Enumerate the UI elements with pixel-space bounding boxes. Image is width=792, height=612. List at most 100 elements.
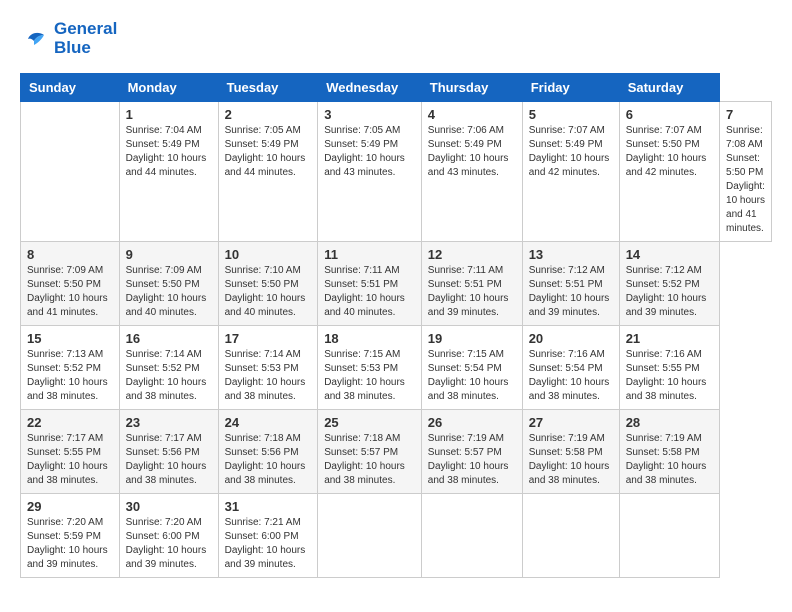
day-info: Sunrise: 7:05 AMSunset: 5:49 PMDaylight:…	[225, 124, 312, 180]
day-info: Sunrise: 7:17 AMSunset: 5:56 PMDaylight:…	[126, 432, 212, 488]
weekday-header-friday: Friday	[522, 74, 619, 102]
weekday-header-wednesday: Wednesday	[318, 74, 422, 102]
day-number: 30	[126, 499, 212, 514]
day-info: Sunrise: 7:19 AMSunset: 5:57 PMDaylight:…	[428, 432, 516, 488]
day-info: Sunrise: 7:15 AMSunset: 5:53 PMDaylight:…	[324, 348, 415, 404]
day-number: 2	[225, 107, 312, 122]
day-cell-7: 7 Sunrise: 7:08 AMSunset: 5:50 PMDaylight…	[720, 102, 772, 242]
day-cell-4: 4 Sunrise: 7:06 AMSunset: 5:49 PMDaylight…	[421, 102, 522, 242]
day-number: 12	[428, 247, 516, 262]
day-info: Sunrise: 7:12 AMSunset: 5:51 PMDaylight:…	[529, 264, 613, 320]
logo: General Blue	[20, 20, 117, 57]
logo-bird-icon	[20, 25, 50, 53]
day-info: Sunrise: 7:14 AMSunset: 5:52 PMDaylight:…	[126, 348, 212, 404]
day-number: 31	[225, 499, 312, 514]
weekday-header-monday: Monday	[119, 74, 218, 102]
day-info: Sunrise: 7:16 AMSunset: 5:55 PMDaylight:…	[626, 348, 713, 404]
day-cell-18: 18 Sunrise: 7:15 AMSunset: 5:53 PMDayligh…	[318, 326, 422, 410]
day-cell-9: 9 Sunrise: 7:09 AMSunset: 5:50 PMDaylight…	[119, 242, 218, 326]
day-cell-5: 5 Sunrise: 7:07 AMSunset: 5:49 PMDaylight…	[522, 102, 619, 242]
day-cell-25: 25Sunrise: 7:18 AMSunset: 5:57 PMDayligh…	[318, 410, 422, 494]
day-info: Sunrise: 7:11 AMSunset: 5:51 PMDaylight:…	[428, 264, 516, 320]
day-cell-14: 14 Sunrise: 7:12 AMSunset: 5:52 PMDayligh…	[619, 242, 719, 326]
empty-cell	[522, 494, 619, 578]
calendar-header: SundayMondayTuesdayWednesdayThursdayFrid…	[21, 74, 772, 102]
day-cell-16: 16 Sunrise: 7:14 AMSunset: 5:52 PMDayligh…	[119, 326, 218, 410]
day-cell-6: 6Sunrise: 7:07 AMSunset: 5:50 PMDaylight…	[619, 102, 719, 242]
day-number: 15	[27, 331, 113, 346]
day-info: Sunrise: 7:20 AMSunset: 6:00 PMDaylight:…	[126, 516, 212, 572]
day-number: 8	[27, 247, 113, 262]
day-cell-23: 23 Sunrise: 7:17 AMSunset: 5:56 PMDayligh…	[119, 410, 218, 494]
day-number: 14	[626, 247, 713, 262]
day-number: 5	[529, 107, 613, 122]
calendar-week-5: 29Sunrise: 7:20 AMSunset: 5:59 PMDayligh…	[21, 494, 772, 578]
day-cell-13: 13 Sunrise: 7:12 AMSunset: 5:51 PMDayligh…	[522, 242, 619, 326]
day-info: Sunrise: 7:08 AMSunset: 5:50 PMDaylight:…	[726, 124, 765, 236]
day-cell-29: 29Sunrise: 7:20 AMSunset: 5:59 PMDayligh…	[21, 494, 120, 578]
day-cell-15: 15Sunrise: 7:13 AMSunset: 5:52 PMDayligh…	[21, 326, 120, 410]
calendar-week-2: 8 Sunrise: 7:09 AMSunset: 5:50 PMDaylight…	[21, 242, 772, 326]
day-number: 28	[626, 415, 713, 430]
day-number: 9	[126, 247, 212, 262]
day-info: Sunrise: 7:04 AMSunset: 5:49 PMDaylight:…	[126, 124, 212, 180]
day-cell-11: 11 Sunrise: 7:11 AMSunset: 5:51 PMDayligh…	[318, 242, 422, 326]
page-header: General Blue	[20, 20, 772, 57]
day-info: Sunrise: 7:06 AMSunset: 5:49 PMDaylight:…	[428, 124, 516, 180]
day-cell-8: 8Sunrise: 7:09 AMSunset: 5:50 PMDaylight…	[21, 242, 120, 326]
day-info: Sunrise: 7:21 AMSunset: 6:00 PMDaylight:…	[225, 516, 312, 572]
day-number: 26	[428, 415, 516, 430]
day-cell-31: 31 Sunrise: 7:21 AMSunset: 6:00 PMDayligh…	[218, 494, 318, 578]
day-info: Sunrise: 7:09 AMSunset: 5:50 PMDaylight:…	[126, 264, 212, 320]
calendar-week-3: 15Sunrise: 7:13 AMSunset: 5:52 PMDayligh…	[21, 326, 772, 410]
day-number: 17	[225, 331, 312, 346]
day-number: 3	[324, 107, 415, 122]
day-info: Sunrise: 7:11 AMSunset: 5:51 PMDaylight:…	[324, 264, 415, 320]
calendar-table: SundayMondayTuesdayWednesdayThursdayFrid…	[20, 73, 772, 578]
day-cell-20: 20Sunrise: 7:16 AMSunset: 5:54 PMDayligh…	[522, 326, 619, 410]
day-cell-21: 21Sunrise: 7:16 AMSunset: 5:55 PMDayligh…	[619, 326, 719, 410]
empty-cell	[318, 494, 422, 578]
day-cell-19: 19Sunrise: 7:15 AMSunset: 5:54 PMDayligh…	[421, 326, 522, 410]
day-number: 10	[225, 247, 312, 262]
day-cell-28: 28Sunrise: 7:19 AMSunset: 5:58 PMDayligh…	[619, 410, 719, 494]
day-cell-2: 2 Sunrise: 7:05 AMSunset: 5:49 PMDaylight…	[218, 102, 318, 242]
day-cell-27: 27 Sunrise: 7:19 AMSunset: 5:58 PMDayligh…	[522, 410, 619, 494]
day-info: Sunrise: 7:17 AMSunset: 5:55 PMDaylight:…	[27, 432, 113, 488]
day-cell-3: 3 Sunrise: 7:05 AMSunset: 5:49 PMDaylight…	[318, 102, 422, 242]
day-info: Sunrise: 7:19 AMSunset: 5:58 PMDaylight:…	[529, 432, 613, 488]
day-number: 23	[126, 415, 212, 430]
day-info: Sunrise: 7:20 AMSunset: 5:59 PMDaylight:…	[27, 516, 113, 572]
calendar-week-4: 22 Sunrise: 7:17 AMSunset: 5:55 PMDayligh…	[21, 410, 772, 494]
day-cell-22: 22 Sunrise: 7:17 AMSunset: 5:55 PMDayligh…	[21, 410, 120, 494]
day-number: 7	[726, 107, 765, 122]
day-number: 13	[529, 247, 613, 262]
day-number: 4	[428, 107, 516, 122]
day-info: Sunrise: 7:07 AMSunset: 5:50 PMDaylight:…	[626, 124, 713, 180]
day-cell-30: 30 Sunrise: 7:20 AMSunset: 6:00 PMDayligh…	[119, 494, 218, 578]
day-cell-1: 1Sunrise: 7:04 AMSunset: 5:49 PMDaylight…	[119, 102, 218, 242]
day-info: Sunrise: 7:05 AMSunset: 5:49 PMDaylight:…	[324, 124, 415, 180]
day-number: 11	[324, 247, 415, 262]
day-info: Sunrise: 7:12 AMSunset: 5:52 PMDaylight:…	[626, 264, 713, 320]
day-number: 16	[126, 331, 212, 346]
day-cell-26: 26 Sunrise: 7:19 AMSunset: 5:57 PMDayligh…	[421, 410, 522, 494]
weekday-header-tuesday: Tuesday	[218, 74, 318, 102]
weekday-header-row: SundayMondayTuesdayWednesdayThursdayFrid…	[21, 74, 772, 102]
day-info: Sunrise: 7:07 AMSunset: 5:49 PMDaylight:…	[529, 124, 613, 180]
weekday-header-thursday: Thursday	[421, 74, 522, 102]
day-info: Sunrise: 7:18 AMSunset: 5:57 PMDaylight:…	[324, 432, 415, 488]
empty-cell	[21, 102, 120, 242]
day-info: Sunrise: 7:18 AMSunset: 5:56 PMDaylight:…	[225, 432, 312, 488]
day-number: 22	[27, 415, 113, 430]
day-number: 27	[529, 415, 613, 430]
logo-text: General Blue	[54, 20, 117, 57]
day-info: Sunrise: 7:15 AMSunset: 5:54 PMDaylight:…	[428, 348, 516, 404]
day-number: 24	[225, 415, 312, 430]
day-number: 18	[324, 331, 415, 346]
calendar-week-1: 1Sunrise: 7:04 AMSunset: 5:49 PMDaylight…	[21, 102, 772, 242]
day-info: Sunrise: 7:10 AMSunset: 5:50 PMDaylight:…	[225, 264, 312, 320]
empty-cell	[619, 494, 719, 578]
day-cell-17: 17Sunrise: 7:14 AMSunset: 5:53 PMDayligh…	[218, 326, 318, 410]
day-cell-24: 24 Sunrise: 7:18 AMSunset: 5:56 PMDayligh…	[218, 410, 318, 494]
